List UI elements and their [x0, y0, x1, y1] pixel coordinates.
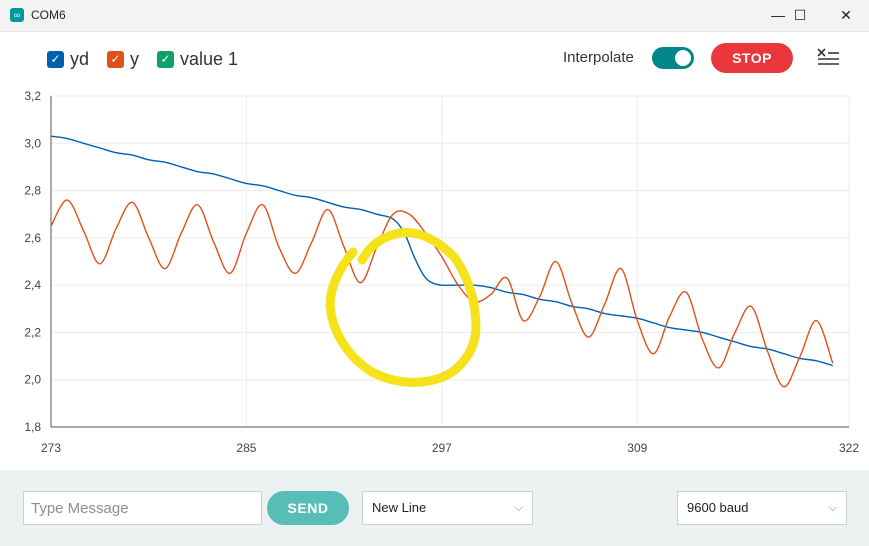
y-tick-label: 2,2: [24, 325, 41, 339]
interpolate-toggle[interactable]: [652, 47, 694, 69]
y-tick-label: 2,6: [24, 231, 41, 245]
y-tick-label: 2,4: [24, 278, 41, 292]
x-tick-label: 322: [839, 441, 859, 455]
close-button[interactable]: ✕: [823, 0, 869, 31]
line-ending-select[interactable]: New Line ⌵: [362, 491, 533, 525]
interpolate-label: Interpolate: [563, 49, 634, 66]
x-tick-label: 285: [236, 441, 256, 455]
legend-label: y: [130, 48, 139, 69]
stop-button[interactable]: STOP: [711, 43, 793, 73]
x-tick-label: 309: [627, 441, 647, 455]
x-tick-label: 273: [41, 441, 61, 455]
legend-label: yd: [70, 48, 90, 69]
legend-item-yd[interactable]: ✓ yd: [47, 49, 89, 69]
send-button[interactable]: SEND: [267, 491, 349, 525]
y-tick-label: 2,8: [24, 184, 41, 198]
x-tick-label: 297: [432, 441, 452, 455]
y-tick-label: 3,2: [24, 89, 41, 103]
baud-rate-select[interactable]: 9600 baud ⌵: [677, 491, 847, 525]
arduino-icon: ∞: [10, 8, 24, 22]
clear-list-icon[interactable]: [816, 46, 840, 68]
chevron-down-icon: ⌵: [514, 502, 523, 514]
checkbox-checked-icon[interactable]: ✓: [157, 50, 174, 68]
y-tick-label: 3,0: [24, 136, 41, 150]
title-bar: ∞ COM6 — ☐ ✕: [0, 0, 869, 32]
legend-item-y[interactable]: ✓ y: [107, 49, 139, 69]
plot-chart: 1,8 2,0 2,2 2,4 2,6 2,8 3,0 3,2 273 285 297 309 322: [24, 89, 859, 455]
line-ending-value: New Line: [372, 500, 427, 515]
highlight-annotation: [325, 228, 481, 387]
y-tick-label: 1,8: [24, 420, 41, 434]
maximize-button[interactable]: ☐: [777, 0, 823, 31]
checkbox-checked-icon[interactable]: ✓: [107, 50, 124, 68]
checkbox-checked-icon[interactable]: ✓: [47, 50, 64, 68]
legend-item-value-1[interactable]: ✓ value 1: [157, 49, 238, 69]
message-input[interactable]: [23, 491, 262, 525]
window-title: COM6: [31, 8, 66, 22]
baud-rate-value: 9600 baud: [687, 500, 749, 515]
chevron-down-icon: ⌵: [828, 502, 837, 514]
legend-label: value 1: [180, 48, 239, 69]
y-tick-label: 2,0: [24, 373, 41, 387]
toggle-knob: [675, 50, 691, 66]
